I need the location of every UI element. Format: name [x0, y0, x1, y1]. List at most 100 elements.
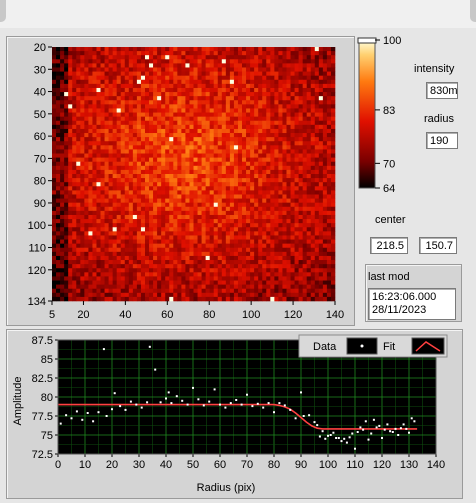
- image-pixel: [233, 280, 239, 285]
- image-pixel: [262, 47, 267, 52]
- image-pixel: [161, 59, 166, 64]
- image-pixel: [120, 100, 126, 105]
- image-pixel: [153, 75, 158, 81]
- radial-profile-chart[interactable]: 0 10 20 30 40 50 60 70 80 90 100 110 120 130 14072.575…: [6, 329, 461, 497]
- image-pixel: [286, 243, 291, 249]
- image-pixel: [128, 268, 134, 273]
- image-pixel: [298, 63, 303, 68]
- image-pixel: [250, 116, 255, 122]
- image-pixel: [314, 100, 320, 105]
- image-pixel: [314, 124, 320, 130]
- image-pixel: [68, 280, 73, 285]
- image-pixel: [181, 96, 186, 101]
- image-pixel: [229, 149, 235, 154]
- image-pixel: [185, 255, 190, 261]
- intensity-field[interactable]: 830m: [426, 82, 458, 99]
- image-pixel: [120, 149, 126, 154]
- image-pixel: [310, 79, 316, 85]
- image-pixel: [246, 288, 251, 294]
- image-pixel: [108, 284, 113, 290]
- image-pixel: [213, 133, 219, 138]
- image-pixel: [274, 190, 279, 195]
- image-pixel: [282, 268, 287, 273]
- image-pixel: [254, 292, 259, 298]
- image-pixel: [136, 182, 142, 187]
- image-pixel: [318, 157, 324, 163]
- image-pixel: [60, 165, 65, 171]
- center-y-field[interactable]: 150.7: [419, 237, 457, 254]
- image-pixel: [318, 178, 324, 183]
- image-pixel: [76, 231, 81, 236]
- center-x-field[interactable]: 218.5: [370, 237, 408, 254]
- image-pixel: [52, 141, 57, 146]
- image-pixel: [144, 108, 150, 113]
- image-pixel: [270, 202, 275, 208]
- image-pixel: [254, 157, 259, 163]
- image-pixel: [294, 251, 299, 257]
- image-pixel: [52, 251, 57, 257]
- image-pixel: [161, 219, 166, 224]
- image-pixel: [80, 231, 85, 236]
- image-pixel: [290, 104, 295, 109]
- intensity-image-graph[interactable]: 2030405060708090100110120134 5 20 40 60 80 10…: [6, 36, 353, 324]
- image-pixel: [326, 186, 332, 191]
- image-pixel: [262, 128, 267, 134]
- image-pixel: [177, 169, 182, 175]
- image-pixel: [290, 202, 295, 208]
- image-pixel: [136, 206, 142, 212]
- image-pixel: [128, 214, 134, 220]
- image-pixel: [314, 178, 320, 183]
- image-pixel: [225, 124, 231, 130]
- image-pixel: [282, 231, 287, 236]
- data-point: [105, 415, 108, 417]
- image-pixel: [72, 59, 77, 64]
- image-pixel: [120, 165, 126, 171]
- image-pixel: [205, 79, 210, 85]
- image-pixel: [237, 186, 243, 191]
- image-pixel: [326, 169, 332, 175]
- image-pixel: [149, 137, 154, 142]
- image-pixel: [294, 268, 299, 273]
- image-pixel: [274, 124, 279, 130]
- image-pixel: [84, 182, 89, 187]
- image-pixel: [294, 51, 299, 56]
- image-pixel: [153, 51, 158, 56]
- image-pixel: [270, 51, 275, 56]
- image-pixel: [318, 149, 324, 154]
- image-pixel: [132, 157, 138, 163]
- image-pixel: [92, 255, 97, 261]
- image-pixel: [116, 141, 122, 146]
- image-pixel: [286, 51, 291, 56]
- image-pixel: [165, 51, 170, 56]
- image-pixel: [165, 47, 170, 52]
- image-pixel: [169, 206, 174, 212]
- image-pixel: [140, 128, 146, 134]
- colorbar-max-handle[interactable]: [357, 37, 377, 44]
- image-pixel: [286, 251, 291, 257]
- image-pixel: [64, 87, 69, 93]
- image-pixel: [294, 255, 299, 261]
- image-pixel: [278, 137, 283, 142]
- image-pixel: [294, 67, 299, 72]
- image-pixel: [266, 116, 271, 122]
- legend-fit-swatch[interactable]: [411, 337, 445, 355]
- image-pixel: [250, 296, 255, 302]
- image-pixel: [197, 112, 202, 117]
- image-pixel: [52, 157, 57, 163]
- image-pixel: [306, 255, 312, 261]
- image-pixel: [128, 247, 134, 253]
- image-pixel: [286, 141, 291, 146]
- image-pixel: [108, 71, 113, 76]
- radius-field[interactable]: 190: [426, 132, 458, 149]
- image-pixel: [165, 202, 170, 208]
- image-pixel: [60, 149, 65, 154]
- image-pixel: [197, 239, 202, 244]
- image-pixel: [68, 59, 73, 64]
- image-pixel: [322, 231, 328, 236]
- image-pixel: [68, 100, 73, 105]
- image-pixel: [165, 210, 170, 216]
- image-pixel: [237, 202, 243, 208]
- image-pixel: [201, 108, 206, 113]
- image-pixel: [298, 71, 303, 76]
- x-tick-label: 90: [295, 459, 307, 471]
